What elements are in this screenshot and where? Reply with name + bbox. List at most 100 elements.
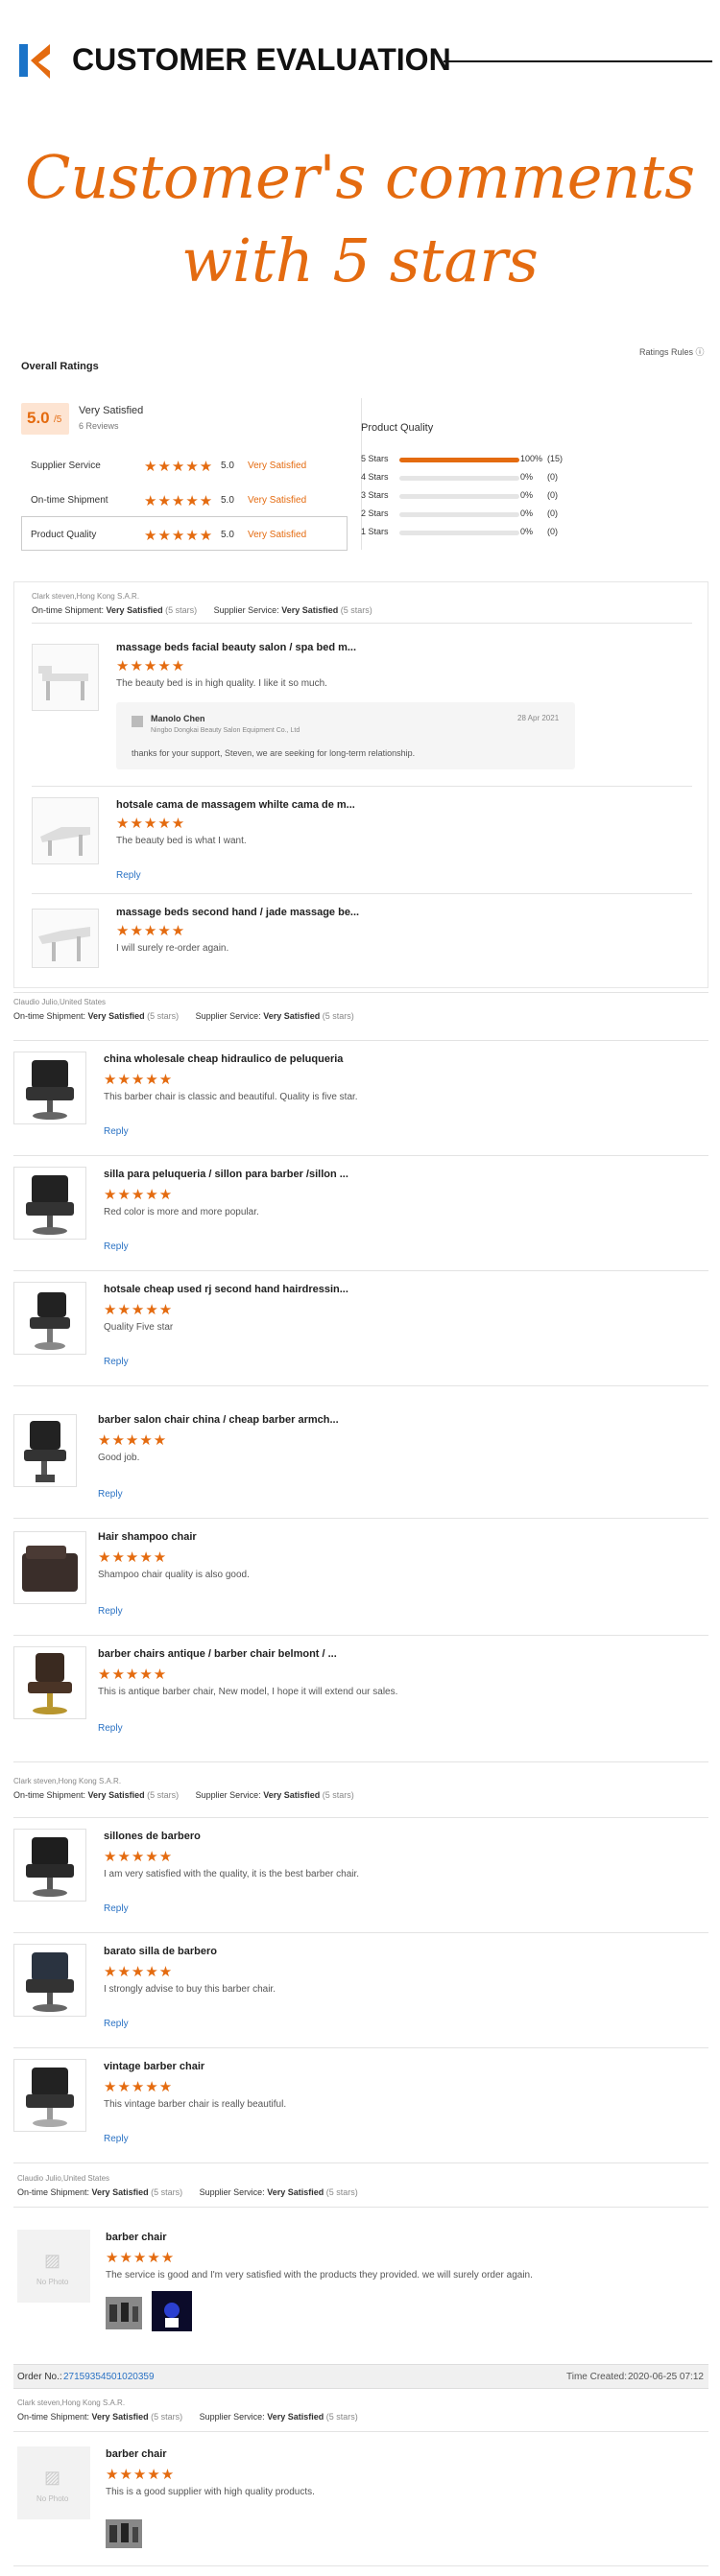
- order-bar: Order No.: 27159354501020359 Time Create…: [13, 2364, 708, 2389]
- reviewer-name: Clark steven,Hong Kong S.A.R.: [13, 1777, 122, 1785]
- product-title[interactable]: china wholesale cheap hidraulico de pelu…: [104, 1053, 420, 1065]
- reply-link[interactable]: Reply: [104, 2019, 129, 2029]
- rating-stars: ★★★★★: [104, 1302, 174, 1318]
- rating-stars: ★★★★★: [104, 2079, 174, 2095]
- rating-stars: ★★★★★: [104, 1072, 174, 1088]
- review-comment: I will surely re-order again.: [116, 943, 229, 954]
- reply-link[interactable]: Reply: [116, 870, 141, 881]
- review-meta: On-time Shipment: Very Satisfied (5 star…: [32, 605, 372, 615]
- distribution-row: 2 Stars 0% (0): [361, 508, 558, 518]
- product-title[interactable]: vintage barber chair: [104, 2061, 420, 2072]
- rating-stars: ★★★★★: [106, 2250, 176, 2266]
- reply-link[interactable]: Reply: [98, 1723, 123, 1734]
- review-photo[interactable]: [106, 2297, 142, 2329]
- product-title[interactable]: Hair shampoo chair: [98, 1531, 415, 1543]
- banner-line-1: Customer's comments: [24, 142, 696, 212]
- product-title[interactable]: hotsale cama de massagem whilte cama de …: [116, 799, 385, 811]
- no-photo-placeholder: ▨ No Photo: [17, 2230, 90, 2303]
- review-photo[interactable]: [152, 2291, 192, 2331]
- product-quality-title: Product Quality: [361, 422, 434, 434]
- review-comment: Quality Five star: [104, 1322, 174, 1333]
- product-image[interactable]: [13, 1414, 77, 1487]
- reply-link[interactable]: Reply: [104, 1241, 129, 1252]
- reply-link[interactable]: Reply: [104, 2134, 129, 2144]
- product-title[interactable]: massage beds second hand / jade massage …: [116, 907, 385, 918]
- order-number-link[interactable]: 27159354501020359: [63, 2372, 155, 2382]
- page-title: CUSTOMER EVALUATION: [72, 42, 451, 77]
- reply-company: Ningbo Dongkai Beauty Salon Equipment Co…: [151, 727, 300, 734]
- reply-link[interactable]: Reply: [104, 1903, 129, 1914]
- review-comment: Shampoo chair quality is also good.: [98, 1570, 250, 1580]
- review-meta: On-time Shipment: Very Satisfied (5 star…: [17, 2412, 358, 2422]
- product-image[interactable]: [13, 1052, 86, 1124]
- review-comment: I strongly advise to buy this barber cha…: [104, 1984, 276, 1995]
- product-image[interactable]: [13, 1646, 86, 1719]
- category-row: Product Quality ★★★★★ 5.0 Very Satisfied: [21, 516, 348, 551]
- product-title[interactable]: silla para peluqueria / sillon para barb…: [104, 1169, 420, 1180]
- review-block: Clark steven,Hong Kong S.A.R. On-time Sh…: [13, 581, 708, 988]
- supplier-avatar: [132, 716, 143, 727]
- product-title[interactable]: hotsale cheap used rj second hand hairdr…: [104, 1284, 420, 1295]
- review-meta: On-time Shipment: Very Satisfied (5 star…: [13, 1790, 354, 1800]
- product-title[interactable]: barber salon chair china / cheap barber …: [98, 1414, 415, 1426]
- product-image[interactable]: [13, 1829, 86, 1902]
- distribution-row: 5 Stars 100% (15): [361, 454, 564, 463]
- image-placeholder-icon: ▨: [44, 2468, 61, 2487]
- rating-stars: ★★★★★: [144, 528, 214, 544]
- reply-link[interactable]: Reply: [98, 1489, 123, 1500]
- review-comment: This is a good supplier with high qualit…: [106, 2487, 315, 2497]
- product-title[interactable]: barato silla de barbero: [104, 1946, 420, 1957]
- review-comment: This barber chair is classic and beautif…: [104, 1092, 358, 1102]
- review-count: 6 Reviews: [79, 421, 119, 431]
- review-comment: Red color is more and more popular.: [104, 1207, 259, 1217]
- order-time: 2020-06-25 07:12: [628, 2372, 704, 2382]
- rating-stars: ★★★★★: [104, 1187, 174, 1203]
- header-divider: [444, 60, 712, 62]
- product-image[interactable]: [32, 644, 99, 711]
- reviewer-name: Claudio Julio,United States: [17, 2174, 110, 2183]
- product-image[interactable]: [13, 1167, 86, 1240]
- distribution-bar: [399, 458, 519, 462]
- overall-ratings-label: Overall Ratings: [21, 361, 99, 372]
- review-comment: The beauty bed is what I want.: [116, 836, 247, 846]
- product-title[interactable]: sillones de barbero: [104, 1831, 420, 1842]
- reply-author: Manolo Chen: [151, 714, 205, 723]
- rating-stars: ★★★★★: [116, 658, 186, 674]
- rating-stars: ★★★★★: [116, 815, 186, 832]
- review-meta: On-time Shipment: Very Satisfied (5 star…: [13, 1011, 354, 1021]
- product-title[interactable]: barber chair: [106, 2232, 422, 2243]
- reply-link[interactable]: Reply: [98, 1606, 123, 1617]
- reply-link[interactable]: Reply: [104, 1126, 129, 1137]
- review-comment: The beauty bed is in high quality. I lik…: [116, 678, 327, 689]
- review-block: Clark steven,Hong Kong S.A.R. On-time Sh…: [0, 1761, 710, 2164]
- ratings-rules-link[interactable]: Ratings Rules ⓘ: [639, 345, 705, 358]
- product-image[interactable]: [13, 1531, 86, 1604]
- review-comment: Good job.: [98, 1453, 140, 1463]
- category-row: On-time Shipment ★★★★★ 5.0 Very Satisfie…: [31, 493, 307, 509]
- product-title[interactable]: massage beds facial beauty salon / spa b…: [116, 642, 385, 653]
- review-block: Claudio Julio,United States On-time Ship…: [0, 992, 710, 1769]
- reviewer-name: Claudio Julio,United States: [13, 998, 107, 1006]
- rating-stars: ★★★★★: [116, 923, 186, 939]
- distribution-row: 1 Stars 0% (0): [361, 527, 558, 536]
- rating-stars: ★★★★★: [98, 1549, 168, 1566]
- reply-date: 28 Apr 2021: [517, 714, 560, 722]
- product-image[interactable]: [13, 1282, 86, 1355]
- banner-line-2: with 5 stars: [181, 225, 539, 295]
- category-ratings: Supplier Service ★★★★★ 5.0 Very Satisfie…: [21, 447, 348, 551]
- review-comment: The service is good and I'm very satisfi…: [106, 2270, 533, 2281]
- review-block: Clark steven,Hong Kong S.A.R. On-time Sh…: [0, 2393, 710, 2575]
- product-title[interactable]: barber chair: [106, 2448, 422, 2460]
- reply-link[interactable]: Reply: [104, 1357, 129, 1367]
- product-image[interactable]: [32, 797, 99, 864]
- rating-stars: ★★★★★: [144, 493, 214, 509]
- product-image[interactable]: [13, 2059, 86, 2132]
- help-icon: ⓘ: [695, 347, 705, 357]
- rating-stars: ★★★★★: [144, 459, 214, 475]
- product-image[interactable]: [32, 909, 99, 968]
- review-meta: On-time Shipment: Very Satisfied (5 star…: [17, 2187, 358, 2197]
- product-image[interactable]: [13, 1944, 86, 2017]
- product-title[interactable]: barber chairs antique / barber chair bel…: [98, 1648, 415, 1660]
- review-photo[interactable]: [106, 2519, 142, 2548]
- review-comment: This is antique barber chair, New model,…: [98, 1687, 398, 1697]
